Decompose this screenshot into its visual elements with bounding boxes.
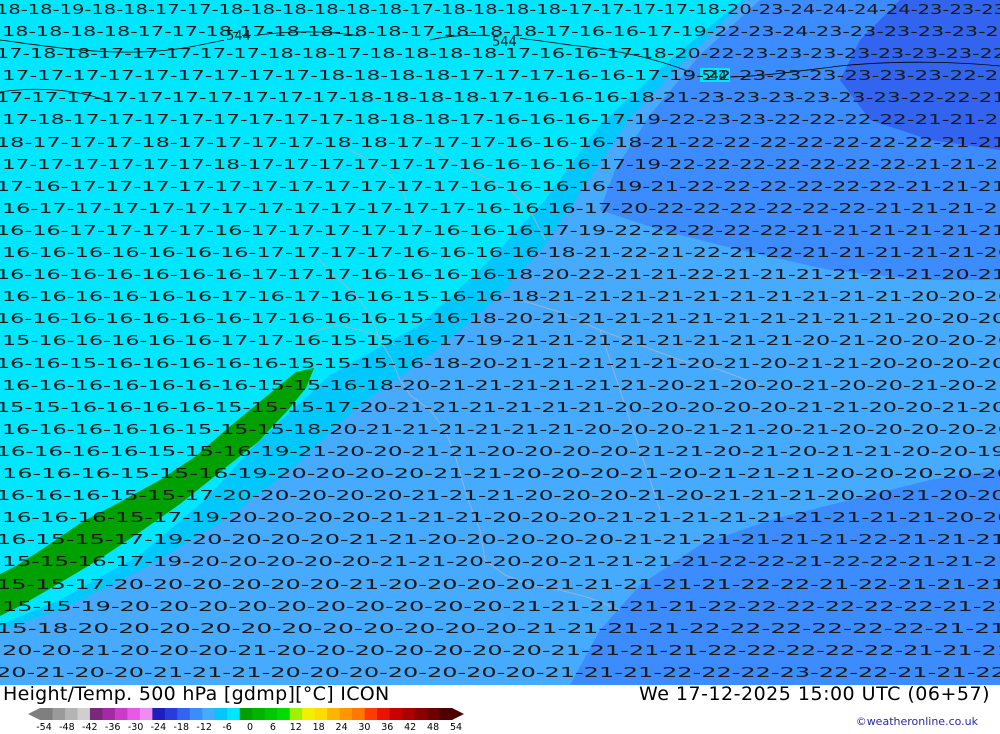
temperature-row: 17-16-17-17-17-17-17-17-17-17-17-17-17-1…	[0, 179, 1000, 195]
colorbar-tick-label: -12	[196, 722, 212, 733]
colorbar-tick-label: 36	[381, 722, 394, 733]
temperature-row: 16-16-16-15-15-16-19-20-20-20-20-21-21-2…	[2, 466, 1000, 482]
colorbar-swatch	[439, 708, 453, 720]
temperature-row: 16-17-17-17-17-17-17-17-17-17-17-17-17-1…	[2, 201, 1000, 217]
temperature-row: 16-16-16-15-17-19-20-20-20-20-21-21-21-2…	[2, 510, 1000, 526]
temperature-row: 16-16-16-16-16-16-17-16-17-16-16-15-16-1…	[2, 289, 1000, 305]
temperature-row: 15-16-16-16-16-16-17-17-16-15-15-16-17-1…	[2, 333, 1000, 349]
map-title: Height/Temp. 500 hPa [gdmp][°C] ICON	[3, 683, 390, 705]
colorbar-tick-label: 48	[427, 722, 440, 733]
valid-time: We 17-12-2025 15:00 UTC (06+57)	[639, 683, 990, 705]
colorbar-swatch	[202, 708, 216, 720]
temperature-row: 17-17-17-17-17-17-17-17-17-18-18-18-18-1…	[2, 68, 1000, 84]
colorbar-swatch	[252, 708, 266, 720]
colorbar-swatch	[377, 708, 390, 720]
colorbar-swatch	[177, 708, 191, 720]
temperature-value-grid: 18-18-19-18-18-17-17-18-18-18-18-18-18-1…	[0, 2, 1000, 681]
temperature-row: 16-16-17-17-17-17-16-17-17-17-17-17-16-1…	[0, 223, 1000, 239]
temperature-row: 15-15-19-20-20-20-20-20-20-20-20-20-20-2…	[2, 599, 1000, 615]
colorbar-swatch	[402, 708, 415, 720]
colorbar-left-arrow	[28, 708, 40, 720]
colorbar-swatch	[289, 708, 303, 720]
colorbar-swatch	[302, 708, 316, 720]
colorbar-tick-label: 24	[335, 722, 348, 733]
colorbar-tick-label: -6	[222, 722, 232, 733]
temperature-row: 17-18-17-17-17-17-17-17-17-17-18-18-18-1…	[2, 112, 1000, 128]
map-canvas: 544 544544 18-18-19-18-18-17-17-18-18-18-…	[0, 0, 1000, 685]
credit-link[interactable]: ©weatheronline.co.uk	[856, 715, 978, 728]
temperature-row: 16-15-15-17-19-20-20-20-20-21-21-20-20-2…	[0, 532, 1000, 548]
temperature-row: 15-18-20-20-20-20-20-20-20-20-20-20-20-2…	[0, 621, 1000, 637]
colorbar-tick-label: -42	[82, 722, 98, 733]
colorbar-swatch	[164, 708, 178, 720]
temperature-row: 18-18-18-18-17-17-18-17-18-18-18-18-17-1…	[2, 24, 1000, 40]
temperature-row: 20-20-21-20-20-20-21-20-20-20-20-20-20-2…	[2, 643, 1000, 659]
colorbar-swatch	[189, 708, 203, 720]
temperature-row: 16-16-16-16-16-16-16-17-16-16-16-15-16-1…	[0, 311, 1000, 327]
temperature-row: 15-15-16-17-19-20-20-20-20-20-21-21-20-2…	[2, 554, 1000, 570]
temperature-row: 16-16-16-16-16-15-15-15-18-20-21-21-21-2…	[2, 422, 1000, 438]
colorbar-tick-label: 18	[312, 722, 325, 733]
colorbar-swatch	[127, 708, 141, 720]
temperature-row: 17-17-17-17-17-17-18-17-17-17-17-17-17-1…	[2, 157, 1000, 173]
colorbar-swatch	[40, 708, 53, 720]
colorbar-swatch	[264, 708, 278, 720]
temperature-row: 15-15-17-20-20-20-20-20-20-21-20-20-20-2…	[0, 577, 1000, 593]
colorbar-tick-label: -24	[150, 722, 167, 733]
temperature-row: 16-16-16-16-16-16-16-17-17-17-17-16-16-1…	[2, 245, 1000, 261]
map-footer: Height/Temp. 500 hPa [gdmp][°C] ICON We …	[0, 683, 1000, 734]
colorbar-swatch	[352, 708, 365, 720]
colorbar-tick-label: 12	[289, 722, 302, 733]
colorbar-swatch	[327, 708, 341, 720]
colorbar-tick-label: -36	[104, 722, 121, 733]
temperature-row: 20-21-20-20-21-21-21-20-20-20-20-20-20-2…	[0, 665, 1000, 681]
colorbar-swatch	[114, 708, 128, 720]
colorbar-swatch	[364, 708, 378, 720]
colorbar-swatch	[277, 708, 291, 720]
colorbar-tick-label: 30	[358, 722, 371, 733]
temperature-row: 16-16-16-16-15-15-16-19-21-20-20-21-21-2…	[0, 444, 1000, 460]
colorbar-swatch	[339, 708, 353, 720]
colorbar-right-arrow	[452, 708, 464, 720]
colorbar-swatch	[77, 708, 91, 720]
colorbar-swatch	[102, 708, 116, 720]
temperature-row: 15-15-16-16-16-16-15-15-15-17-20-21-21-2…	[0, 400, 1000, 416]
colorbar-swatch	[89, 708, 103, 720]
colorbar-tick-label: 54	[449, 722, 463, 733]
colorbar-tick-label: 0	[246, 722, 254, 733]
colorbar-swatch	[389, 708, 403, 720]
temperature-row: 18-17-17-17-18-17-17-17-17-18-18-17-17-1…	[0, 135, 1000, 151]
colorbar-swatch	[52, 708, 66, 720]
colorbar-tick-label: -54	[36, 722, 52, 733]
colorbar-tick-label: -18	[173, 722, 190, 733]
colorbar-tick-label: -48	[59, 722, 75, 733]
colorbar-swatch	[64, 708, 78, 720]
temperature-row: 18-18-19-18-18-17-17-18-18-18-18-18-18-1…	[0, 2, 1000, 18]
colorbar-swatch	[314, 708, 328, 720]
colorbar-swatch	[239, 708, 253, 720]
colorbar-tick-label: 42	[404, 722, 417, 733]
colorbar-swatch-group	[28, 708, 464, 720]
colorbar-tick-label: -30	[127, 722, 144, 733]
temperature-row: 16-16-16-16-16-16-16-17-17-17-16-16-16-1…	[0, 267, 1000, 283]
temperature-row: 16-16-15-16-16-16-16-16-15-15-15-16-18-2…	[0, 356, 1000, 372]
colorbar-tick-label: 6	[269, 722, 276, 733]
colorbar-ticks: -54 -48 -42 -36 -30 -24 -18 -12 -6 0 6 12 18 24 30 36 42…	[30, 722, 470, 734]
temperature-row: 16-16-16-16-16-16-16-15-15-16-18-20-21-2…	[2, 378, 1000, 394]
temperature-row: 17-18-18-17-17-17-17-17-18-18-17-18-18-1…	[0, 46, 1000, 62]
colorbar-swatch	[139, 708, 153, 720]
colorbar-swatch	[427, 708, 440, 720]
temperature-row: 16-16-16-15-15-17-20-20-20-20-20-21-21-2…	[0, 488, 1000, 504]
colorbar-swatch	[214, 708, 228, 720]
colorbar-swatch	[414, 708, 428, 720]
temperature-row: 17-17-17-17-17-17-17-17-17-17-18-18-18-1…	[0, 90, 1000, 106]
colorbar-swatch	[152, 708, 166, 720]
weather-map-view: 544 544 544 18-18-19-18-18-17-17-18-18-18-…	[0, 0, 1000, 733]
colorbar-swatch	[227, 708, 241, 720]
